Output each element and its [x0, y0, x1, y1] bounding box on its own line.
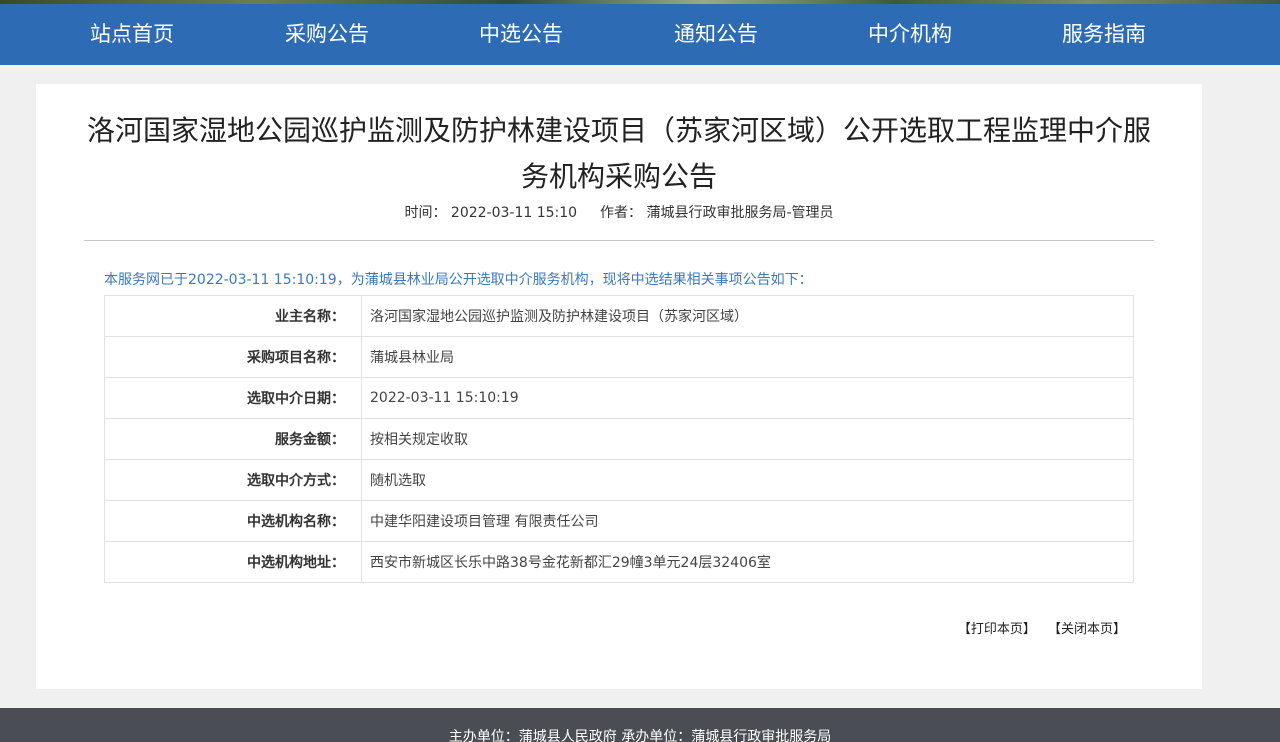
row-value: 洛河国家湿地公园巡护监测及防护林建设项目（苏家河区域） [361, 295, 1134, 337]
row-key: 采购项目名称： [104, 336, 362, 378]
row-key: 服务金额： [104, 418, 362, 460]
time-label: 时间： [404, 205, 447, 221]
article-card: 洛河国家湿地公园巡护监测及防护林建设项目（苏家河区域）公开选取工程监理中介服务机… [36, 84, 1202, 689]
main-nav: 站点首页 采购公告 中选公告 通知公告 中介机构 服务指南 [0, 4, 1280, 65]
row-value: 2022-03-11 15:10:19 [361, 377, 1134, 419]
nav-item-home[interactable]: 站点首页 [52, 4, 212, 65]
author-value: 蒲城县行政审批服务局-管理员 [646, 205, 834, 221]
nav-item-guide[interactable]: 服务指南 [1024, 4, 1184, 65]
row-key: 中选机构名称： [104, 500, 362, 542]
row-value: 西安市新城区长乐中路38号金花新都汇29幢3单元24层32406室 [361, 541, 1134, 583]
footer: 主办单位：蒲城县人民政府 承办单位：蒲城县行政审批服务局 [0, 708, 1280, 742]
footer-text: 主办单位：蒲城县人民政府 承办单位：蒲城县行政审批服务局 [448, 729, 832, 742]
nav-item-selection[interactable]: 中选公告 [441, 4, 601, 65]
result-table: 业主名称： 洛河国家湿地公园巡护监测及防护林建设项目（苏家河区域） 采购项目名称… [104, 295, 1134, 583]
row-key: 选取中介日期： [104, 377, 362, 419]
row-key: 中选机构地址： [104, 541, 362, 583]
row-value: 随机选取 [361, 459, 1134, 501]
row-key: 选取中介方式： [104, 459, 362, 501]
table-row: 中选机构名称： 中建华阳建设项目管理 有限责任公司 [104, 500, 1134, 542]
table-row: 选取中介日期： 2022-03-11 15:10:19 [104, 377, 1134, 419]
table-row: 采购项目名称： 蒲城县林业局 [104, 336, 1134, 378]
nav-item-notices[interactable]: 通知公告 [636, 4, 796, 65]
table-row: 业主名称： 洛河国家湿地公园巡护监测及防护林建设项目（苏家河区域） [104, 295, 1134, 337]
table-row: 选取中介方式： 随机选取 [104, 459, 1134, 501]
row-value: 中建华阳建设项目管理 有限责任公司 [361, 500, 1134, 542]
table-row: 中选机构地址： 西安市新城区长乐中路38号金花新都汇29幢3单元24层32406… [104, 541, 1134, 583]
table-row: 服务金额： 按相关规定收取 [104, 418, 1134, 460]
divider [84, 240, 1154, 241]
article-title: 洛河国家湿地公园巡护监测及防护林建设项目（苏家河区域）公开选取工程监理中介服务机… [86, 114, 1151, 193]
announcement-intro: 本服务网已于2022-03-11 15:10:19，为蒲城县林业局公开选取中介服… [104, 272, 813, 288]
time-value: 2022-03-11 15:10 [450, 205, 578, 221]
article-meta: 时间： 2022-03-11 15:10 作者： 蒲城县行政审批服务局-管理员 [36, 202, 1202, 222]
row-value: 按相关规定收取 [361, 418, 1134, 460]
close-page-link[interactable]: 【关闭本页】 [1048, 622, 1126, 637]
row-value: 蒲城县林业局 [361, 336, 1134, 378]
nav-item-agencies[interactable]: 中介机构 [830, 4, 990, 65]
row-key: 业主名称： [104, 295, 362, 337]
page-actions: 【打印本页】 【关闭本页】 [36, 618, 1126, 637]
author-label: 作者： [600, 205, 642, 221]
nav-item-procurement[interactable]: 采购公告 [247, 4, 407, 65]
print-page-link[interactable]: 【打印本页】 [958, 622, 1036, 637]
